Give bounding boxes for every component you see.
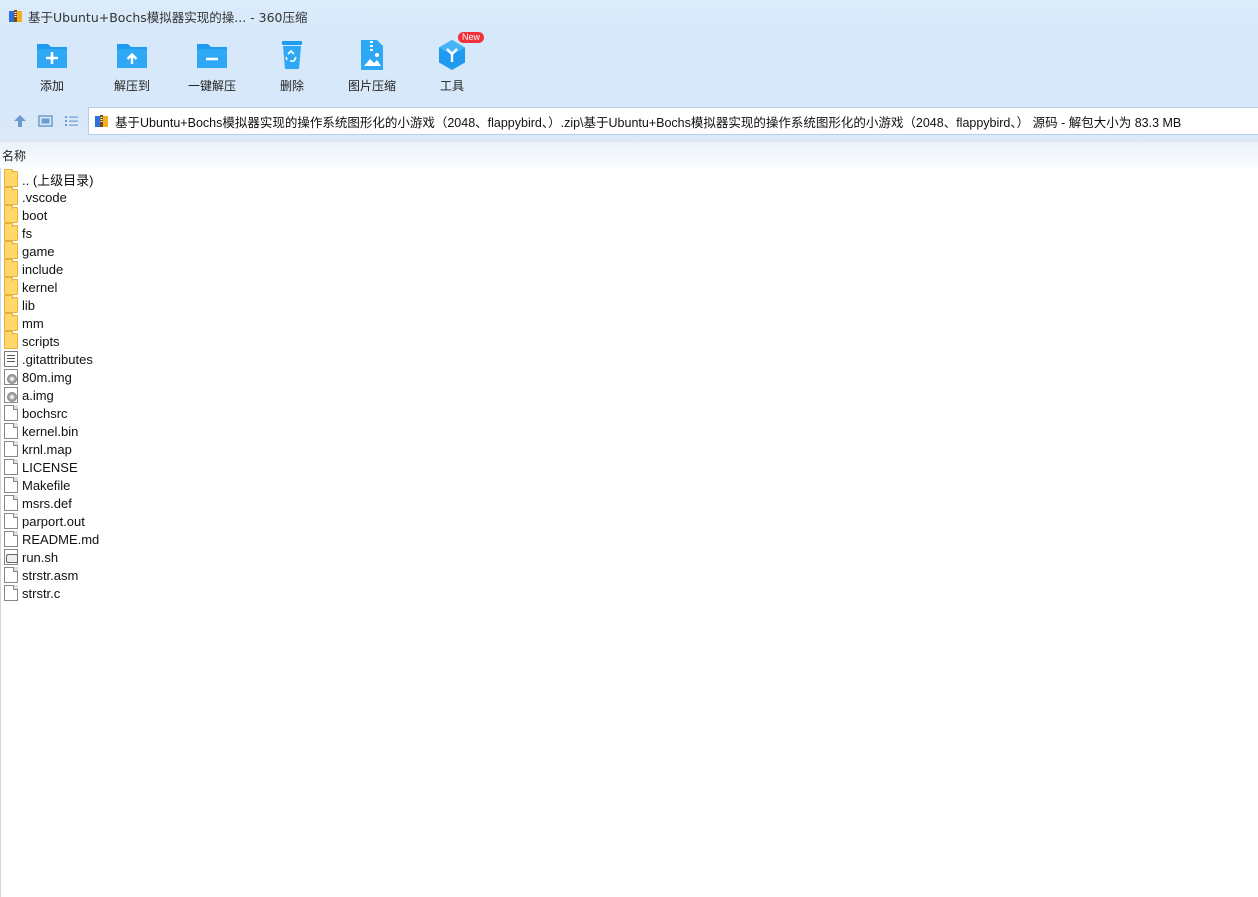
address-bar-row: 基于Ubuntu+Bochs模拟器实现的操作系统图形化的小游戏（2048、fla…: [0, 100, 1258, 142]
list-item[interactable]: game: [4, 241, 55, 260]
file-icon: [4, 441, 18, 457]
delete-label: 删除: [279, 79, 304, 93]
list-item[interactable]: include: [4, 259, 63, 278]
list-item[interactable]: Makefile: [4, 476, 70, 494]
disk-image-icon: [4, 387, 18, 403]
arrow-up-icon[interactable]: [11, 112, 29, 130]
list-item[interactable]: lib: [4, 295, 35, 314]
file-list: .. (上级目录) .vscode boot fs game include k…: [0, 168, 1258, 897]
text-file-icon: [4, 351, 18, 367]
extract-to-button[interactable]: 解压到: [96, 38, 168, 98]
list-item[interactable]: README.md: [4, 530, 99, 548]
folder-icon: [4, 313, 18, 331]
folder-icon: [4, 295, 18, 313]
disk-image-icon: [4, 369, 18, 385]
file-icon: [4, 423, 18, 439]
list-item[interactable]: strstr.asm: [4, 566, 78, 584]
add-button[interactable]: 添加: [16, 38, 88, 98]
tools-button[interactable]: New 工具: [416, 32, 488, 98]
delete-button[interactable]: 删除: [256, 38, 328, 98]
list-item[interactable]: kernel: [4, 277, 57, 296]
tools-icon: New: [434, 32, 484, 72]
app-logo-icon: [8, 8, 24, 24]
extract-to-label: 解压到: [113, 79, 150, 93]
toolbar: 添加 解压到 一键解压 删除 图片压缩 New 工具: [0, 32, 1258, 100]
archive-icon: [94, 113, 110, 129]
list-item[interactable]: mm: [4, 313, 44, 332]
thumbnail-view-icon[interactable]: [37, 112, 55, 130]
image-compress-icon: [354, 38, 390, 72]
file-icon: [4, 531, 18, 547]
list-item[interactable]: msrs.def: [4, 494, 72, 512]
image-compress-button[interactable]: 图片压缩: [336, 38, 408, 98]
list-item[interactable]: bochsrc: [4, 404, 68, 422]
list-item[interactable]: .. (上级目录): [4, 169, 94, 188]
list-item[interactable]: a.img: [4, 386, 54, 404]
address-field[interactable]: 基于Ubuntu+Bochs模拟器实现的操作系统图形化的小游戏（2048、fla…: [88, 107, 1258, 135]
list-item[interactable]: parport.out: [4, 512, 85, 530]
file-icon: [4, 477, 18, 493]
folder-icon: [4, 169, 18, 187]
list-item[interactable]: boot: [4, 205, 47, 224]
folder-icon: [4, 205, 18, 223]
image-compress-label: 图片压缩: [347, 79, 396, 93]
tools-label: 工具: [439, 79, 464, 93]
add-folder-icon: [34, 38, 70, 72]
title-bar: 基于Ubuntu+Bochs模拟器实现的操... - 360压缩: [0, 0, 1258, 32]
list-item[interactable]: strstr.c: [4, 584, 60, 602]
file-icon: [4, 585, 18, 601]
shell-script-icon: [4, 549, 18, 565]
recycle-bin-icon: [274, 38, 310, 72]
one-click-extract-label: 一键解压: [187, 79, 236, 93]
folder-icon: [4, 241, 18, 259]
one-click-extract-icon: [194, 38, 230, 72]
window-title: 基于Ubuntu+Bochs模拟器实现的操... - 360压缩: [28, 9, 308, 25]
file-icon: [4, 567, 18, 583]
file-icon: [4, 405, 18, 421]
list-item[interactable]: scripts: [4, 331, 60, 350]
list-item[interactable]: 80m.img: [4, 368, 72, 386]
list-item[interactable]: LICENSE: [4, 458, 78, 476]
list-item[interactable]: .vscode: [4, 187, 67, 206]
file-icon: [4, 459, 18, 475]
file-icon: [4, 495, 18, 511]
one-click-extract-button[interactable]: 一键解压: [176, 38, 248, 98]
new-badge: New: [457, 32, 484, 43]
extract-to-icon: [114, 38, 150, 72]
list-item[interactable]: krnl.map: [4, 440, 72, 458]
column-header: 名称: [0, 142, 1258, 168]
file-icon: [4, 513, 18, 529]
list-item[interactable]: run.sh: [4, 548, 58, 566]
folder-icon: [4, 331, 18, 349]
list-item[interactable]: .gitattributes: [4, 350, 93, 368]
folder-icon: [4, 187, 18, 205]
list-item[interactable]: fs: [4, 223, 32, 242]
folder-icon: [4, 223, 18, 241]
folder-icon: [4, 277, 18, 295]
folder-icon: [4, 259, 18, 277]
list-view-icon[interactable]: [63, 112, 81, 130]
address-path: 基于Ubuntu+Bochs模拟器实现的操作系统图形化的小游戏（2048、fla…: [115, 115, 1182, 130]
add-label: 添加: [39, 79, 64, 93]
list-item[interactable]: kernel.bin: [4, 422, 78, 440]
column-name-header[interactable]: 名称: [2, 147, 26, 164]
